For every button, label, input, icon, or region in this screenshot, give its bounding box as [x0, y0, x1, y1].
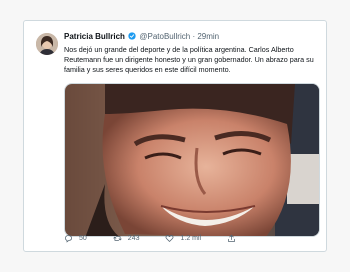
author-handle[interactable]: @PatoBullrich — [139, 32, 190, 41]
tweet-text: Nos dejó un grande del deporte y de la p… — [64, 45, 314, 74]
reply-icon — [65, 235, 72, 243]
reply-button[interactable]: 50 — [64, 234, 87, 243]
like-count: 1.2 mil — [180, 235, 202, 242]
tweet-card[interactable]: Patricia Bullrich @PatoBullrich · 29min … — [23, 20, 327, 252]
verified-badge-icon — [128, 32, 136, 40]
author-avatar[interactable] — [36, 33, 58, 55]
reply-count: 50 — [79, 235, 87, 242]
tweet-actions: 50 243 1.2 mil — [64, 234, 242, 243]
tweet-photo[interactable] — [64, 83, 320, 237]
retweet-icon — [113, 236, 122, 241]
share-icon — [228, 234, 235, 242]
heart-icon — [166, 235, 174, 242]
like-button[interactable]: 1.2 mil — [165, 234, 201, 243]
tweet-timestamp[interactable]: 29min — [197, 32, 219, 41]
retweet-count: 243 — [127, 235, 140, 242]
share-button[interactable] — [227, 234, 242, 243]
retweet-button[interactable]: 243 — [113, 234, 140, 243]
separator-dot: · — [192, 32, 196, 41]
tweet-header: Patricia Bullrich @PatoBullrich · 29min — [64, 31, 219, 42]
author-name[interactable]: Patricia Bullrich — [64, 32, 125, 41]
